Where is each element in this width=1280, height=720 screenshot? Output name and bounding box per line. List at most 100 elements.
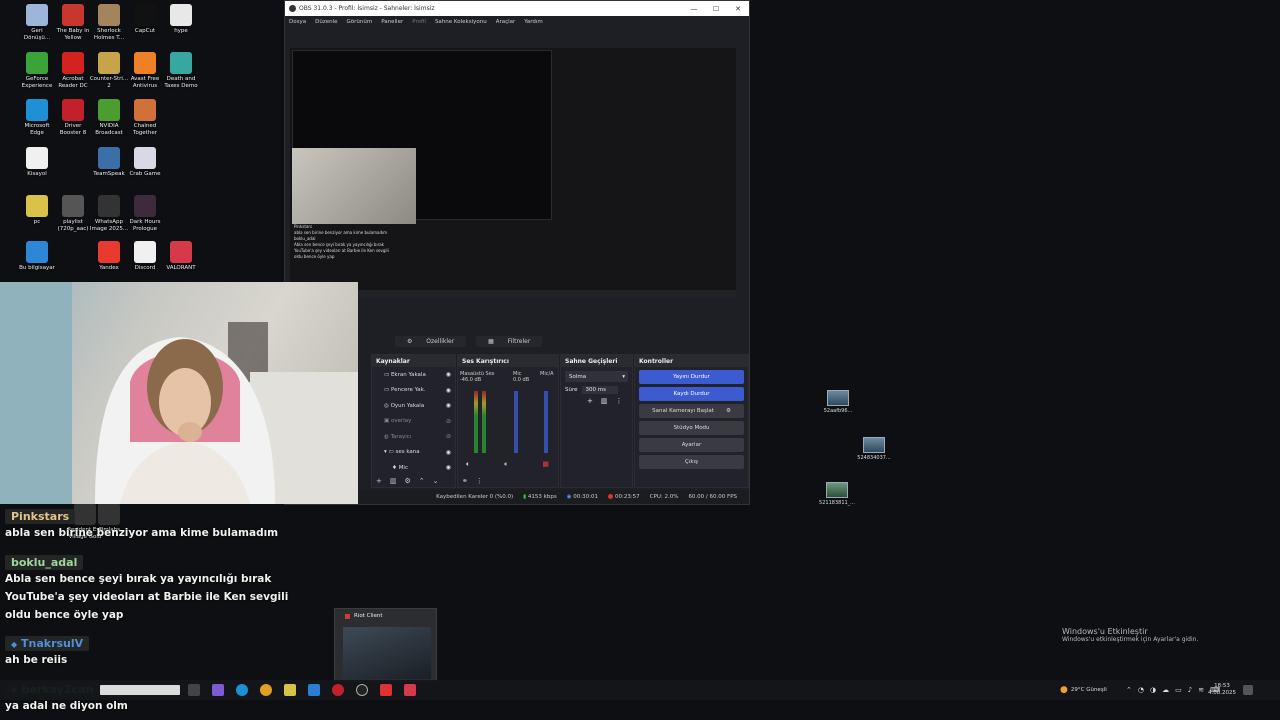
desktop-icon-label: Chained Together bbox=[133, 123, 157, 136]
menu-scene-collection[interactable]: Sahne Koleksiyonu bbox=[435, 19, 487, 25]
notification-icon[interactable] bbox=[1243, 685, 1253, 695]
stop-record-button[interactable]: Kaydı Durdur bbox=[639, 387, 744, 401]
speaker-icon[interactable]: 🔈︎ bbox=[504, 460, 508, 469]
store-icon[interactable] bbox=[308, 684, 320, 696]
image-icon: ▣ bbox=[384, 418, 391, 425]
source-item[interactable]: ▾ ▭ ses kana ◉ bbox=[372, 445, 455, 461]
desktop-icon[interactable]: hype bbox=[158, 4, 204, 35]
wifi-icon[interactable]: ≋ bbox=[1198, 686, 1204, 694]
mixer-channel-name: Mic/A bbox=[540, 371, 554, 377]
desktop-icon-label: Avast Free Antivirus bbox=[130, 76, 160, 89]
edge-icon[interactable] bbox=[236, 684, 248, 696]
desktop-icon-label: The Baby in Yellow bbox=[56, 28, 90, 41]
duration-input[interactable]: 300 ms bbox=[581, 386, 618, 394]
maximize-button[interactable]: ☐ bbox=[705, 5, 727, 13]
eye-hidden-icon[interactable]: ⊘ bbox=[446, 418, 451, 425]
menu-tools[interactable]: Araçlar bbox=[496, 19, 516, 25]
valorant-taskbar-icon[interactable] bbox=[404, 684, 416, 696]
weather-widget[interactable]: ● 29°C Güneşli bbox=[1060, 680, 1107, 700]
sources-header: Kaynaklar bbox=[372, 355, 455, 367]
gear-icon[interactable]: ⚙ bbox=[726, 408, 731, 414]
speaker-icon[interactable]: ♪ bbox=[1188, 686, 1192, 694]
obs-logo-icon bbox=[289, 5, 296, 12]
source-item[interactable]: ◎ Oyun Yakala ◉ bbox=[372, 398, 455, 414]
desktop-icon[interactable]: Death and Taxes Demo bbox=[158, 52, 204, 89]
driver-booster-icon[interactable] bbox=[332, 684, 344, 696]
settings-button[interactable]: Ayarlar bbox=[639, 438, 744, 452]
riot-taskbar-icon[interactable] bbox=[380, 684, 392, 696]
speaker-icon[interactable]: 🔈︎ bbox=[466, 460, 470, 469]
desktop-icon[interactable]: VALORANT bbox=[158, 241, 204, 272]
desktop-file[interactable]: 521183811_... bbox=[817, 482, 857, 506]
eye-hidden-icon[interactable]: ⊘ bbox=[446, 433, 451, 440]
battery-icon[interactable]: ▭ bbox=[1175, 686, 1182, 694]
window-icon: ▭ bbox=[384, 387, 391, 394]
virtual-camera-button[interactable]: Sanal Kamerayı Başlat ⚙ bbox=[639, 404, 744, 418]
more-icon[interactable]: ⋮ bbox=[616, 397, 623, 405]
gear-icon[interactable]: ⚙ bbox=[405, 477, 411, 485]
file-explorer-icon[interactable] bbox=[284, 684, 296, 696]
trash-icon[interactable]: ▥ bbox=[601, 397, 608, 405]
task-view-icon[interactable] bbox=[188, 684, 200, 696]
menu-profile[interactable]: Profil bbox=[412, 19, 426, 25]
more-icon[interactable]: ⋮ bbox=[476, 477, 483, 485]
obs-taskbar-icon[interactable] bbox=[356, 684, 368, 696]
menu-view[interactable]: Görünüm bbox=[346, 19, 372, 25]
minimize-button[interactable]: — bbox=[683, 5, 705, 13]
search-box[interactable] bbox=[100, 685, 180, 695]
desktop-icon[interactable]: Bu bilgisayar bbox=[14, 241, 60, 272]
desktop-icon-label: CapCut bbox=[134, 28, 156, 34]
cloud-icon[interactable]: ☁ bbox=[1162, 686, 1169, 694]
desktop-icon[interactable]: Kisayol bbox=[14, 147, 60, 178]
arrow-down-icon[interactable]: ⌄ bbox=[433, 477, 439, 485]
desktop-icon[interactable]: Chained Together bbox=[122, 99, 168, 136]
eye-icon[interactable]: ◉ bbox=[446, 387, 451, 394]
clock-time: 18:53 bbox=[1214, 683, 1230, 689]
eye-icon[interactable]: ◉ bbox=[446, 464, 451, 471]
mixer-header: Ses Karıştırıcı bbox=[458, 355, 558, 367]
eye-icon[interactable]: ◉ bbox=[446, 449, 451, 456]
exit-button[interactable]: Çıkış bbox=[639, 455, 744, 469]
source-item[interactable]: ▭ Ekran Yakala ◉ bbox=[372, 367, 455, 383]
stop-stream-button[interactable]: Yayını Durdur bbox=[639, 370, 744, 384]
network-icon[interactable]: ◔ bbox=[1138, 686, 1144, 694]
add-transition-button[interactable]: + bbox=[587, 397, 593, 405]
menu-docks[interactable]: Paneller bbox=[381, 19, 403, 25]
desktop-icon-label: hype bbox=[174, 28, 188, 34]
eye-icon[interactable]: ◉ bbox=[446, 402, 451, 409]
menu-file[interactable]: Dosya bbox=[289, 19, 306, 25]
eye-icon[interactable]: ◉ bbox=[446, 371, 451, 378]
chevron-up-icon[interactable]: ⌃ bbox=[1126, 686, 1132, 694]
app-icon bbox=[98, 195, 120, 217]
source-item[interactable]: ◍ Tarayıcı ⊘ bbox=[372, 429, 455, 445]
studio-mode-button[interactable]: Stüdyo Modu bbox=[639, 421, 744, 435]
source-item[interactable]: ♦ Mic ◉ bbox=[372, 460, 455, 476]
desktop-file[interactable]: 524834037... bbox=[854, 437, 894, 461]
source-item[interactable]: ▭ Pencere Yak. ◉ bbox=[372, 383, 455, 399]
menu-help[interactable]: Yardım bbox=[524, 19, 543, 25]
transition-select[interactable]: Solma ▾ bbox=[565, 371, 628, 382]
source-item[interactable]: ▣ overlay ⊘ bbox=[372, 414, 455, 430]
volume-icon[interactable]: ◑ bbox=[1150, 686, 1156, 694]
close-button[interactable]: ✕ bbox=[727, 5, 749, 13]
arrow-up-icon[interactable]: ⌃ bbox=[419, 477, 425, 485]
obs-preview-canvas[interactable]: Pinkstars abla sen birine benziyor ama k… bbox=[290, 48, 736, 298]
trash-icon[interactable]: ▥ bbox=[390, 477, 397, 485]
desktop-icon[interactable]: Dark Hours Prologue bbox=[122, 195, 168, 232]
mute-icon[interactable]: ■ bbox=[542, 460, 549, 469]
menu-edit[interactable]: Düzenle bbox=[315, 19, 337, 25]
chat-username: boklu_adal bbox=[5, 555, 84, 570]
tab-properties[interactable]: ⚙ Ozellikler bbox=[395, 336, 467, 347]
copilot-icon[interactable] bbox=[212, 684, 224, 696]
desktop-icon-label: Microsoft Edge bbox=[24, 123, 50, 136]
desktop-icon[interactable]: Crab Game bbox=[122, 147, 168, 178]
clock[interactable]: 18:53 4.08.2025 bbox=[1208, 680, 1236, 700]
riot-client-preview[interactable]: Riot Client bbox=[334, 608, 437, 682]
desktop-file[interactable]: 52aafb96... bbox=[818, 390, 858, 414]
add-source-button[interactable]: + bbox=[376, 477, 382, 485]
tab-filters[interactable]: ▦ Filtreler bbox=[476, 336, 543, 347]
chrome-icon[interactable] bbox=[260, 684, 272, 696]
stream-time-value: 00:30:01 bbox=[573, 494, 598, 500]
mixer-channel-mic-aux: Mic/A bbox=[540, 371, 554, 377]
link-icon[interactable]: ⚭ bbox=[462, 477, 468, 485]
